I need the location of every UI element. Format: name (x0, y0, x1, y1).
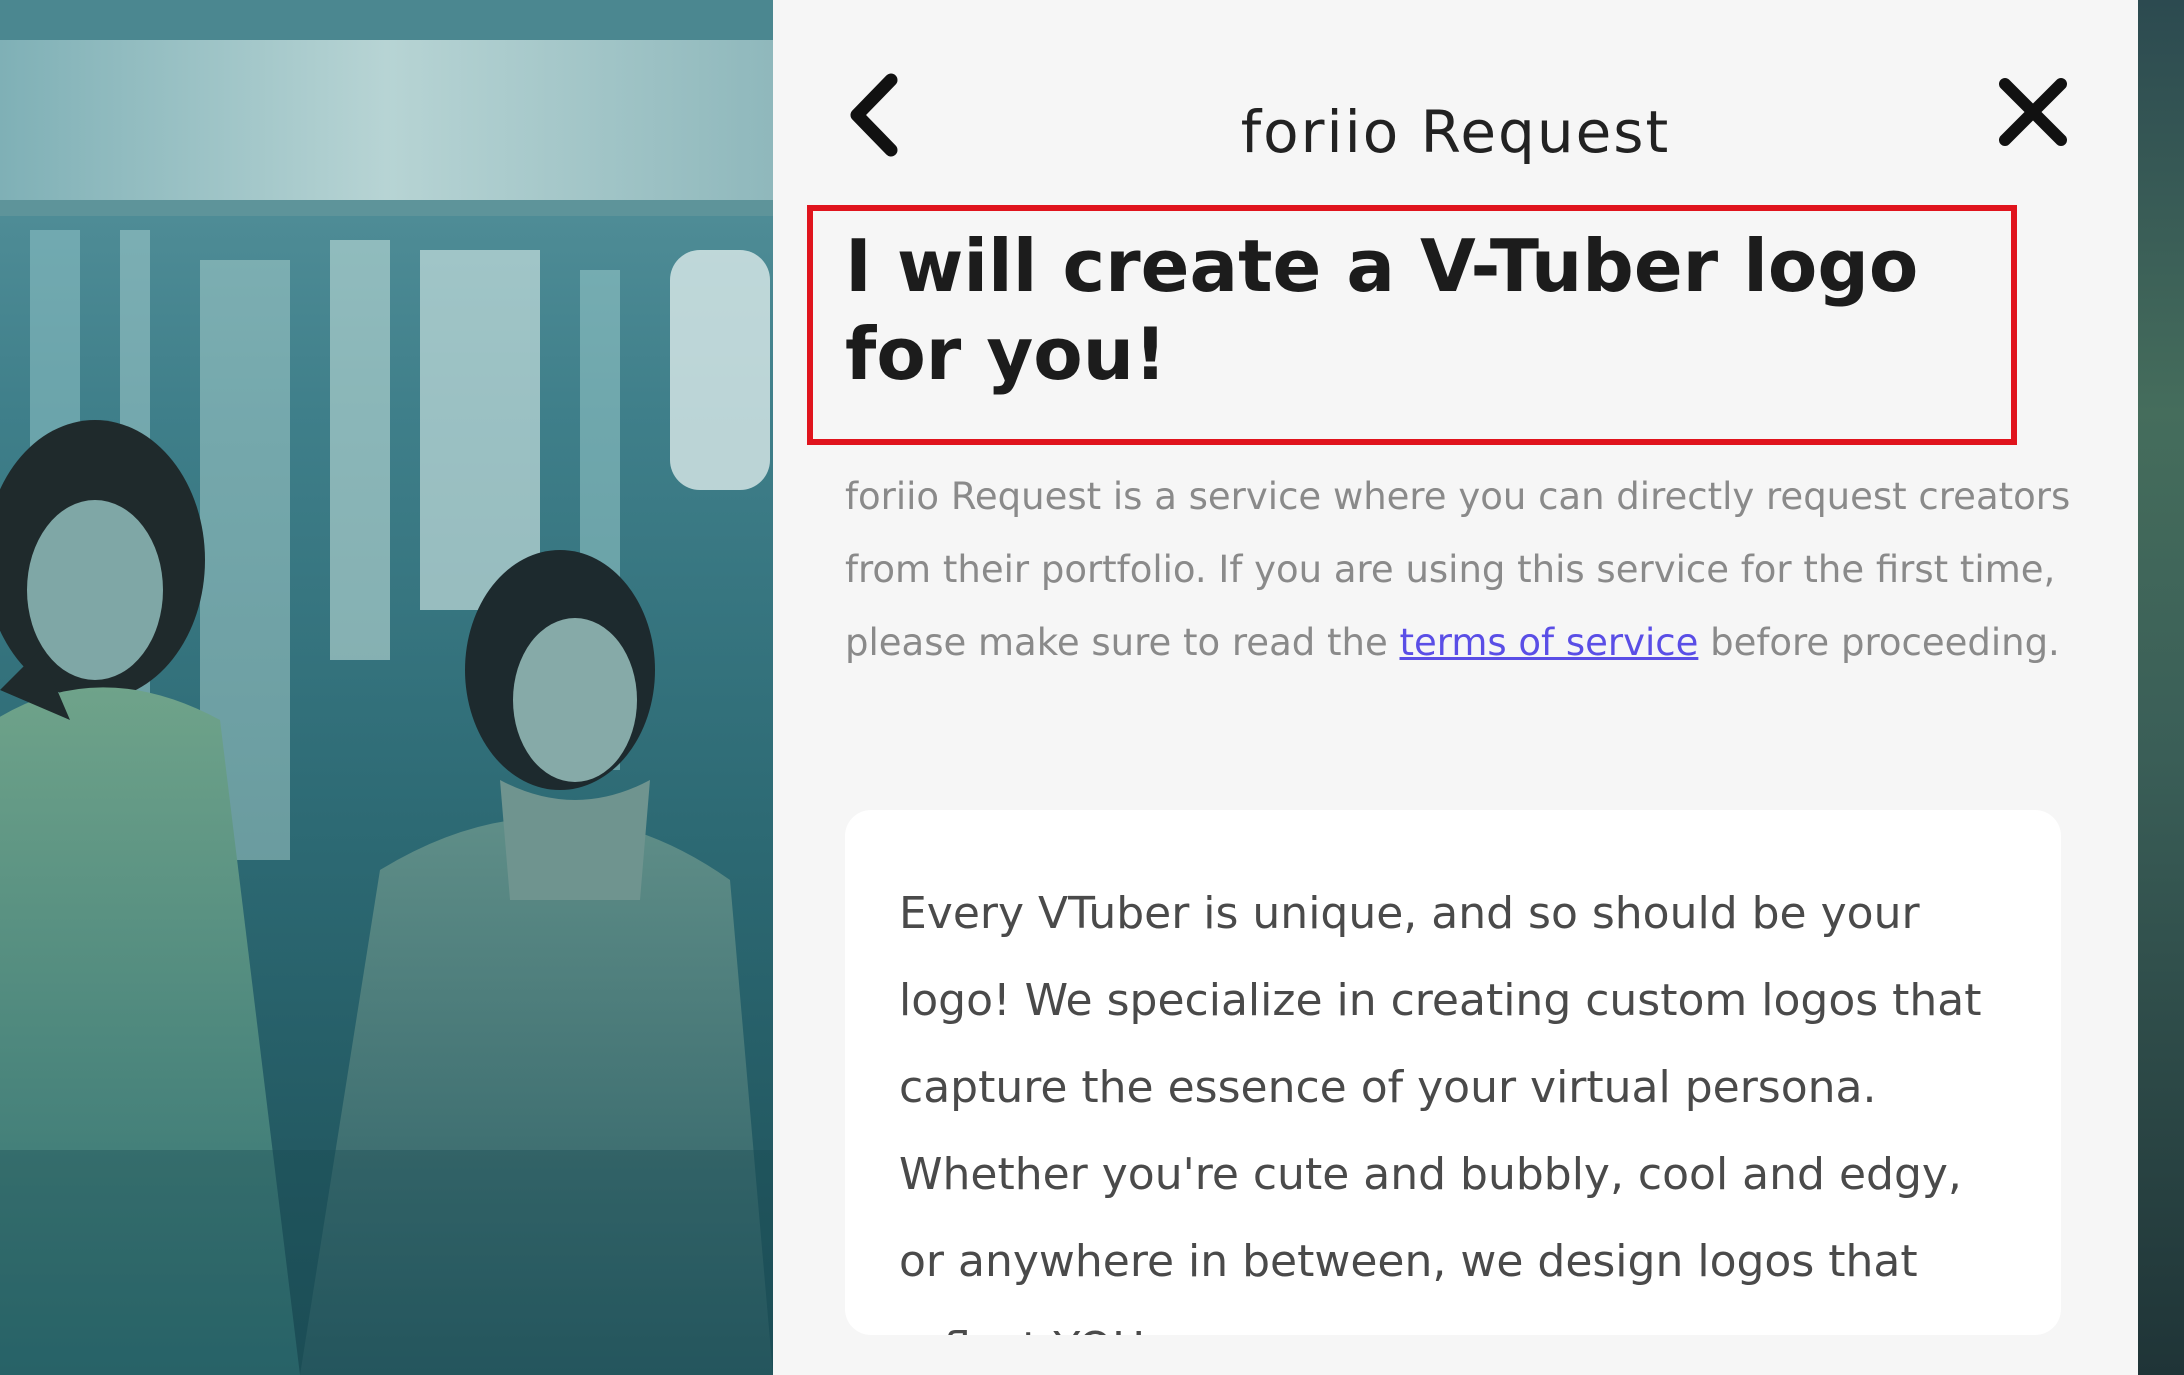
screen: foriio Request I will create a V-Tuber l… (0, 0, 2184, 1375)
modal-header: foriio Request (773, 0, 2138, 200)
description-card: Every VTuber is unique, and so should be… (845, 810, 2061, 1335)
intro-text-end: before proceeding. (1698, 621, 2060, 664)
background-artwork (0, 0, 773, 1375)
background-edge (2138, 0, 2184, 1375)
request-headline: I will create a V-Tuber logo for you! (845, 224, 1919, 396)
close-button[interactable] (1993, 72, 2073, 152)
terms-of-service-link[interactable]: terms of service (1399, 621, 1698, 664)
close-icon (1999, 78, 2067, 146)
modal-title: foriio Request (1240, 98, 1671, 166)
request-description: Every VTuber is unique, and so should be… (899, 888, 1982, 1335)
artwork-illustration (0, 0, 773, 1375)
request-modal: foriio Request I will create a V-Tuber l… (773, 0, 2138, 1375)
service-intro: foriio Request is a service where you ca… (845, 460, 2125, 679)
